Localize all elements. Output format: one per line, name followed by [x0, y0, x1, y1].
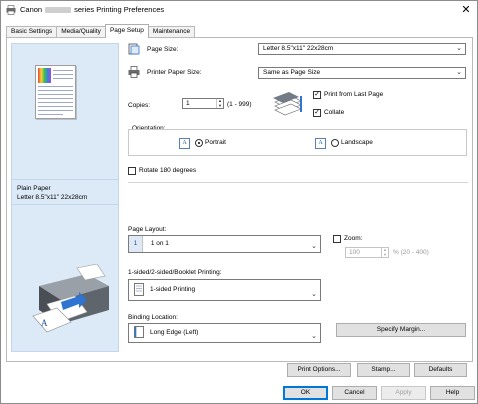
- stamp-button[interactable]: Stamp...: [357, 363, 410, 377]
- tab-bar: Basic Settings Media/Quality Page Setup …: [6, 24, 196, 38]
- print-from-last-page-label: Print from Last Page: [324, 91, 384, 98]
- print-options-button[interactable]: Print Options...: [287, 363, 351, 377]
- printer-paper-size-icon: [128, 66, 140, 78]
- duplex-value: 1-sided Printing: [150, 286, 196, 293]
- binding-location-label: Binding Location:: [128, 314, 178, 321]
- rotate-180-label: Rotate 180 degrees: [139, 167, 197, 174]
- landscape-radio[interactable]: [331, 139, 339, 147]
- binding-location-dropdown[interactable]: Long Edge (Left) ⌄: [128, 323, 321, 343]
- copies-label: Copies:: [128, 102, 151, 109]
- portrait-label: Portrait: [205, 139, 226, 146]
- rotate-180-checkbox[interactable]: [128, 167, 136, 175]
- page-layout-value: 1 on 1: [150, 240, 169, 247]
- text-line: [38, 94, 73, 95]
- text-line: [38, 114, 63, 115]
- chevron-down-icon: ⌄: [311, 291, 317, 298]
- ok-button[interactable]: OK: [283, 386, 328, 400]
- defaults-button[interactable]: Defaults: [414, 363, 467, 377]
- zoom-label: Zoom:: [344, 235, 363, 242]
- title-bar: Canon series Printing Preferences ✕: [1, 1, 477, 19]
- redacted-model-name: [45, 6, 72, 13]
- copies-range: (1 - 999): [227, 101, 252, 108]
- chevron-down-icon: ⌄: [456, 69, 462, 76]
- portrait-icon: A: [179, 138, 190, 149]
- help-button[interactable]: Help: [430, 386, 475, 400]
- spinner-arrows-icon[interactable]: ▲ ▼: [216, 98, 223, 108]
- divider: [128, 182, 468, 183]
- text-line: [53, 78, 73, 79]
- text-line: [38, 110, 73, 111]
- printer-paper-size-value: Same as Page Size: [263, 69, 321, 76]
- cancel-button[interactable]: Cancel: [332, 386, 377, 400]
- text-line: [38, 86, 73, 87]
- landscape-label: Landscape: [341, 139, 373, 146]
- page-size-label: Page Size:: [147, 46, 179, 53]
- text-line: [53, 74, 73, 75]
- text-line: [38, 98, 73, 99]
- text-line: [38, 90, 73, 91]
- page-order-stack-icon: [273, 92, 302, 116]
- single-sheet-icon: [134, 282, 144, 296]
- duplex-label: 1-sided/2-sided/Booklet Printing:: [128, 269, 222, 276]
- paper-preview: [35, 65, 76, 119]
- title-suffix: series Printing Preferences: [74, 5, 165, 14]
- binding-edge-icon: [134, 326, 144, 339]
- printer-app-icon: [6, 5, 16, 15]
- text-line: [38, 102, 73, 103]
- print-from-last-page-checkbox[interactable]: ✓: [313, 91, 321, 99]
- collate-checkbox[interactable]: ✓: [313, 109, 321, 117]
- zoom-value: 100: [349, 249, 360, 256]
- copies-value: 1: [186, 100, 190, 107]
- spinner-arrows-icon[interactable]: ▲ ▼: [381, 247, 388, 257]
- page-layout-icon: 1: [129, 236, 143, 252]
- title-prefix: Canon: [20, 5, 43, 14]
- paper-size-text: Letter 8.5"x11" 22x28cm: [17, 194, 88, 201]
- duplex-dropdown[interactable]: 1-sided Printing ⌄: [128, 279, 321, 301]
- copies-spinner[interactable]: 1 ▲ ▼: [182, 98, 224, 109]
- svg-text:A: A: [41, 318, 48, 328]
- zoom-checkbox[interactable]: [333, 235, 341, 243]
- apply-button[interactable]: Apply: [381, 386, 426, 400]
- portrait-radio[interactable]: [195, 139, 203, 147]
- printer-illustration-icon: A: [32, 264, 109, 333]
- printer-paper-size-label: Printer Paper Size:: [147, 69, 202, 76]
- text-line: [53, 70, 73, 71]
- printing-preferences-window: Canon series Printing Preferences ✕ Basic…: [0, 0, 478, 404]
- page-layout-label: Page Layout:: [128, 226, 167, 233]
- media-summary: Plain Paper Letter 8.5"x11" 22x28cm: [11, 179, 119, 205]
- tab-page-setup[interactable]: Page Setup: [104, 24, 149, 38]
- media-type-text: Plain Paper: [17, 185, 51, 192]
- chevron-down-icon: ⌄: [311, 333, 317, 340]
- collate-label: Collate: [324, 109, 345, 116]
- zoom-range: % (20 - 400): [393, 249, 429, 256]
- page-layout-dropdown[interactable]: 1 1 on 1 ⌄: [128, 235, 321, 253]
- page-size-dropdown[interactable]: Letter 8.5"x11" 22x28cm ⌄: [258, 43, 466, 55]
- window-title: Canon series Printing Preferences: [20, 5, 164, 14]
- chevron-down-icon: ⌄: [311, 243, 317, 250]
- zoom-spinner[interactable]: 100 ▲ ▼: [345, 247, 389, 258]
- binding-location-value: Long Edge (Left): [150, 329, 199, 336]
- preview-image-thumbnail: [38, 68, 51, 83]
- text-line: [38, 106, 73, 107]
- specify-margin-button[interactable]: Specify Margin...: [336, 323, 466, 337]
- landscape-icon: A: [315, 138, 326, 149]
- printer-paper-size-dropdown[interactable]: Same as Page Size ⌄: [258, 67, 466, 79]
- page-size-icon: [128, 43, 140, 55]
- page-size-value: Letter 8.5"x11" 22x28cm: [263, 45, 334, 52]
- close-button[interactable]: ✕: [459, 3, 473, 17]
- chevron-down-icon: ⌄: [456, 45, 462, 52]
